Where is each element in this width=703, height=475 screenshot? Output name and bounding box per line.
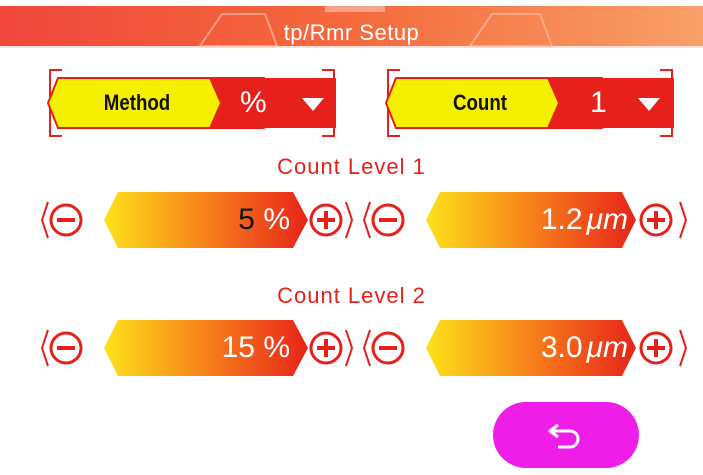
level-2-depth-value: 3.0 μm [540, 331, 628, 364]
level-2-depth-decrease-button[interactable] [370, 330, 406, 366]
minus-circle-icon [371, 203, 405, 237]
chevron-down-icon [638, 98, 660, 111]
method-label: Method [103, 90, 171, 115]
level-2-percent-decrease-button[interactable] [48, 330, 84, 366]
level-1-percent-decrease-button[interactable] [48, 202, 84, 238]
count-value: 1 [590, 86, 607, 119]
level-1-percent-stepper: 5 % [38, 188, 356, 252]
method-selector[interactable]: Method % [44, 66, 340, 140]
header-bar: tp/Rmr Setup [0, 0, 703, 52]
level-1-percent-value: 5 % [238, 203, 290, 236]
plus-circle-icon [309, 331, 343, 365]
back-button[interactable] [493, 402, 639, 468]
return-arrow-icon [548, 423, 580, 449]
level-1-percent-increase-button[interactable] [308, 202, 344, 238]
plus-circle-icon [639, 203, 673, 237]
method-value: % [240, 86, 267, 119]
count-selector[interactable]: Count 1 [382, 66, 678, 140]
level-2-percent-increase-button[interactable] [308, 330, 344, 366]
level-2-depth-increase-button[interactable] [638, 330, 674, 366]
level-1-depth-decrease-button[interactable] [370, 202, 406, 238]
level-2-depth-stepper: 3.0 μm [360, 316, 690, 380]
level-1-depth-value: 1.2 μm [540, 203, 628, 236]
plus-circle-icon [639, 331, 673, 365]
plus-circle-icon [309, 203, 343, 237]
level-2-percent-stepper: 15 % [38, 316, 356, 380]
level-2-percent-value: 15 % [221, 331, 290, 364]
chevron-down-icon [302, 98, 324, 111]
count-level-2-label: Count Level 2 [277, 283, 426, 308]
level-1-depth-increase-button[interactable] [638, 202, 674, 238]
minus-circle-icon [371, 331, 405, 365]
minus-circle-icon [49, 203, 83, 237]
level-1-depth-stepper: 1.2 μm [360, 188, 690, 252]
page-title: tp/Rmr Setup [283, 20, 420, 45]
minus-circle-icon [49, 331, 83, 365]
count-level-1-label: Count Level 1 [277, 154, 426, 179]
count-label: Count [452, 90, 508, 115]
